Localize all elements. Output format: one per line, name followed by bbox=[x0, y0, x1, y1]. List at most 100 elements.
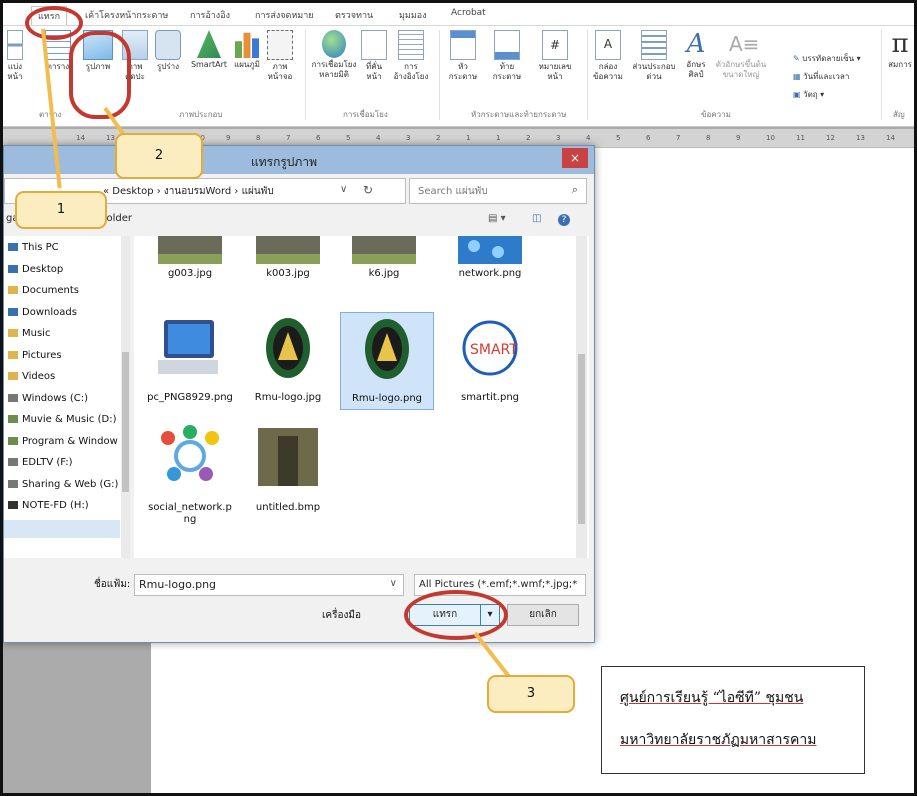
date-time-button[interactable]: ▦ วันที่และเวลา bbox=[793, 70, 849, 83]
nav-item-label: Documents bbox=[22, 285, 80, 296]
callout-1: 1 bbox=[15, 191, 107, 229]
calendar-icon: ▦ bbox=[793, 72, 804, 81]
photo-thumbnail-icon bbox=[158, 236, 222, 264]
smartart-icon bbox=[197, 30, 221, 58]
page-number-button[interactable]: # หมายเลข หน้า bbox=[531, 30, 579, 82]
file-scrollbar[interactable] bbox=[576, 236, 587, 558]
file-item[interactable]: pc_PNG8929.png bbox=[144, 312, 236, 408]
chart-button[interactable]: แผนภูมิ bbox=[232, 30, 262, 70]
tree-thumbnail-icon bbox=[258, 428, 318, 486]
nav-item-label: Desktop bbox=[22, 263, 64, 275]
tab-references[interactable]: การอ้างอิง bbox=[190, 8, 230, 22]
separator bbox=[305, 30, 306, 120]
text-box-button[interactable]: A กล่อง ข้อความ bbox=[591, 30, 625, 82]
file-item[interactable]: social_network.p ng bbox=[144, 422, 236, 530]
nav-item[interactable]: Program & Window bbox=[8, 436, 118, 447]
nav-item[interactable]: Music bbox=[8, 328, 50, 339]
hyperlink-button[interactable]: การเชื่อมโยง หลายมิติ bbox=[309, 30, 359, 80]
logo-thumbnail-icon bbox=[266, 318, 310, 378]
breadcrumb[interactable]: « Desktop › งานอบรมWord › แผ่นพับ bbox=[103, 184, 274, 199]
file-item[interactable]: Rmu-logo.jpg bbox=[242, 312, 334, 408]
drop-cap-button[interactable]: A≡ ตัวอักษรขึ้นต้น ขนาดใหญ่ bbox=[713, 30, 769, 80]
nav-item[interactable]: EDLTV (F:) bbox=[8, 457, 73, 468]
file-item[interactable]: g003.jpg bbox=[144, 236, 236, 284]
file-item[interactable]: k003.jpg bbox=[242, 236, 334, 284]
file-name: g003.jpg bbox=[167, 268, 213, 279]
filename-label: ชื่อแฟ้ม: bbox=[94, 579, 131, 590]
nav-item[interactable]: Pictures bbox=[8, 350, 62, 361]
smartart-button[interactable]: SmartArt bbox=[189, 30, 229, 70]
file-type-value: All Pictures (*.emf;*.wmf;*.jpg;* bbox=[419, 579, 578, 590]
screenshot-button[interactable]: ภาพ หน้าจอ bbox=[265, 30, 295, 82]
screenshot-icon bbox=[267, 30, 293, 60]
dialog-title-bar[interactable]: แทรกรูปภาพ × bbox=[4, 146, 594, 174]
cancel-button[interactable]: ยกเลิก bbox=[507, 604, 579, 626]
nav-scroll-thumb[interactable] bbox=[122, 352, 129, 492]
nav-item[interactable]: Desktop bbox=[8, 264, 63, 275]
file-item[interactable]: Rmu-logo.png bbox=[340, 312, 434, 410]
file-scroll-thumb[interactable] bbox=[578, 354, 585, 524]
filename-value: Rmu-logo.png bbox=[139, 578, 217, 591]
filename-input[interactable]: Rmu-logo.png ∨ bbox=[134, 574, 404, 596]
drive-icon bbox=[8, 393, 18, 402]
tab-review[interactable]: ตรวจทาน bbox=[335, 8, 373, 22]
nav-item[interactable]: Videos bbox=[8, 371, 55, 382]
wordart-icon: A bbox=[686, 29, 706, 59]
ribbon-insert: แบ่ง หน้า ตาราง รูปภาพ ภาพ ตัดปะ รูปร่าง S… bbox=[3, 26, 914, 127]
globe-icon bbox=[322, 30, 346, 58]
file-list: g003.jpg k003.jpg k6.jpg network.png pc_PNG8… bbox=[134, 236, 589, 558]
signature-line-button[interactable]: ✎ บรรทัดลายเซ็น ▾ bbox=[793, 52, 861, 65]
file-item[interactable]: SMART smartit.png bbox=[444, 312, 536, 408]
refresh-icon[interactable]: ↻ bbox=[363, 183, 373, 197]
nav-item[interactable]: This PC bbox=[8, 242, 59, 253]
separator bbox=[881, 30, 882, 120]
nav-scrollbar[interactable] bbox=[121, 236, 130, 558]
file-item[interactable]: k6.jpg bbox=[338, 236, 430, 284]
shapes-button[interactable]: รูปร่าง bbox=[153, 30, 183, 72]
equation-button[interactable]: π สมการ bbox=[885, 30, 914, 70]
search-input[interactable]: Search แผ่นพับ ⌕ bbox=[409, 178, 587, 204]
nav-item-label: This PC bbox=[22, 242, 59, 253]
page-break-button[interactable]: แบ่ง หน้า bbox=[5, 30, 25, 82]
help-icon[interactable]: ? bbox=[558, 214, 570, 226]
nav-item[interactable]: Sharing & Web (G:) bbox=[8, 479, 118, 490]
drive-icon bbox=[8, 501, 18, 509]
search-icon[interactable]: ⌕ bbox=[572, 183, 578, 197]
cross-reference-button[interactable]: การ อ้างอิงโยง bbox=[389, 30, 433, 82]
nav-item[interactable]: Documents bbox=[8, 285, 79, 296]
tab-acrobat[interactable]: Acrobat bbox=[451, 8, 486, 18]
nav-item[interactable]: Windows (C:) bbox=[8, 393, 88, 404]
text-box-icon: A bbox=[595, 30, 621, 60]
photo-thumbnail-icon bbox=[352, 236, 416, 264]
chevron-down-icon[interactable]: ∨ bbox=[390, 578, 397, 589]
tab-mailings[interactable]: การส่งจดหมาย bbox=[255, 8, 314, 22]
quick-parts-button[interactable]: ส่วนประกอบ ด่วน bbox=[629, 30, 679, 82]
header-button[interactable]: หัว กระดาษ bbox=[443, 30, 483, 82]
tools-button[interactable]: เครื่องมือ bbox=[322, 608, 361, 623]
file-name: untitled.bmp bbox=[255, 502, 321, 513]
preview-pane-icon[interactable]: ◫ bbox=[532, 213, 541, 224]
file-item[interactable]: network.png bbox=[444, 236, 536, 284]
view-options-icon[interactable]: ▤ ▾ bbox=[488, 213, 506, 224]
nav-item[interactable]: NOTE-FD (H:) bbox=[8, 500, 89, 511]
shapes-icon bbox=[155, 30, 181, 60]
ruler-tick-label: 8 bbox=[706, 134, 711, 142]
close-button[interactable]: × bbox=[562, 148, 588, 168]
chevron-down-icon[interactable]: ∨ bbox=[340, 184, 347, 195]
svg-text:SMART: SMART bbox=[470, 342, 518, 358]
page-number-icon: # bbox=[542, 30, 568, 60]
nav-item[interactable]: Muvie & Music (D:) bbox=[8, 414, 116, 425]
document-text-box[interactable]: ศูนย์การเรียนรู้ “ไอซีที” ชุมชน มหาวิทยา… bbox=[601, 666, 865, 774]
nav-item[interactable]: Downloads bbox=[8, 307, 77, 318]
file-name: k003.jpg bbox=[266, 268, 310, 279]
ruler-tick-label: 6 bbox=[646, 134, 651, 142]
file-item[interactable]: untitled.bmp bbox=[242, 422, 334, 518]
bookmark-button[interactable]: ที่คั่น หน้า bbox=[359, 30, 389, 82]
footer-button[interactable]: ท้าย กระดาษ bbox=[487, 30, 527, 82]
photo-thumbnail-icon bbox=[256, 236, 320, 264]
object-button[interactable]: ▣ วัตถุ ▾ bbox=[793, 88, 824, 101]
tab-page-layout[interactable]: เค้าโครงหน้ากระดาษ bbox=[85, 8, 168, 22]
navigation-pane: This PC Desktop Documents Downloads Music Pic… bbox=[4, 236, 130, 558]
wordart-button[interactable]: A อักษร ศิลป์ bbox=[681, 30, 711, 80]
tab-view[interactable]: มุมมอง bbox=[399, 8, 427, 22]
